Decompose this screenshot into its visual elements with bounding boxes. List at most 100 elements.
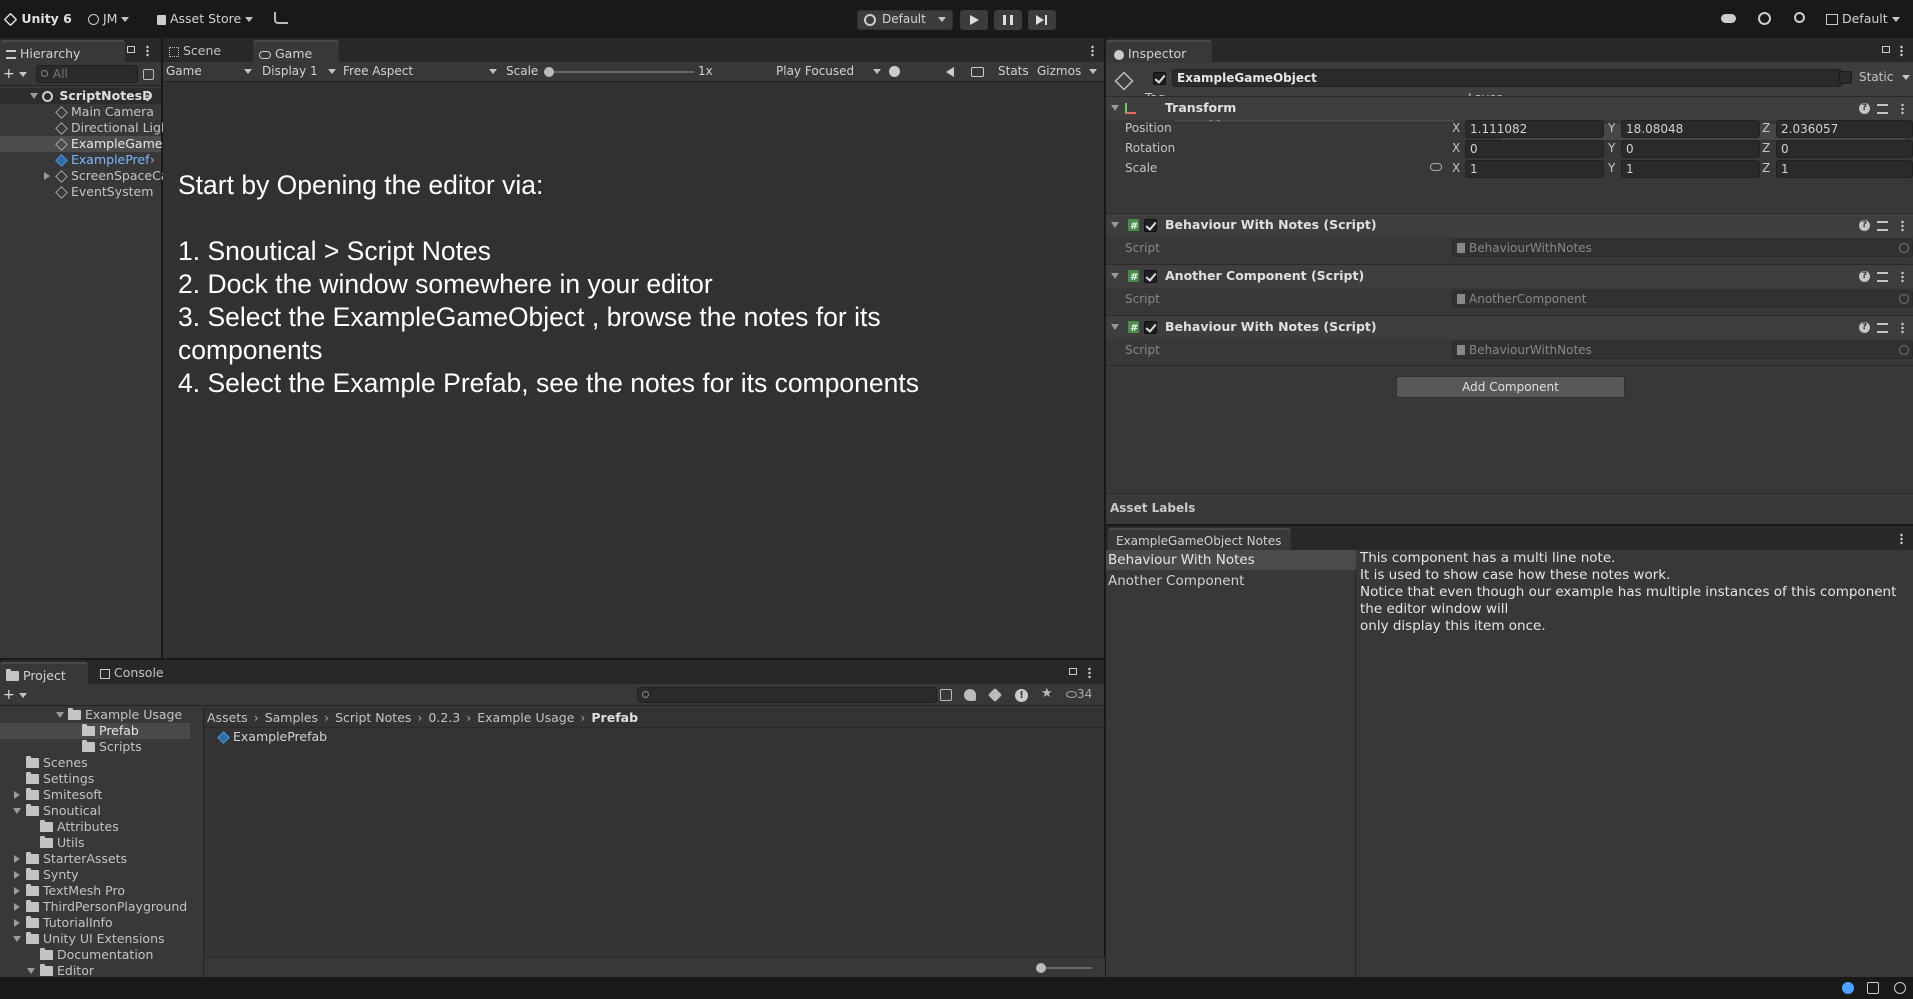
folder-row[interactable]: Utils (0, 835, 190, 851)
more-options-icon[interactable] (1900, 45, 1903, 57)
folder-row[interactable]: Unity UI Extensions (0, 931, 190, 947)
presets-icon[interactable] (1877, 221, 1888, 231)
search-by-label-icon[interactable] (964, 689, 976, 701)
folder-row[interactable]: Scripts (0, 739, 190, 755)
help-icon[interactable]: ? (1859, 322, 1870, 333)
script-object-field[interactable]: AnotherComponent (1452, 290, 1913, 308)
scale-x-field[interactable]: 1 (1465, 160, 1604, 178)
tab-scene[interactable]: Scene (169, 43, 221, 58)
presets-icon[interactable] (1877, 323, 1888, 333)
icon-size-slider-thumb[interactable] (1036, 963, 1046, 973)
component-enabled-checkbox[interactable] (1144, 321, 1157, 334)
asset-store-dropdown[interactable]: Asset Store (157, 11, 254, 26)
bug-icon[interactable] (889, 66, 900, 77)
tag-icon[interactable] (987, 687, 1003, 703)
tab-inspector[interactable]: Inspector (1106, 40, 1212, 62)
search-icon[interactable] (1794, 12, 1805, 23)
component-header[interactable]: Another Component (Script) ? (1106, 264, 1913, 289)
transform-header[interactable]: Transform ? (1106, 96, 1913, 120)
component-enabled-checkbox[interactable] (1144, 219, 1157, 232)
tab-console[interactable]: Console (100, 665, 164, 680)
scale-y-field[interactable]: 1 (1621, 160, 1760, 178)
folder-row[interactable]: Synty (0, 867, 190, 883)
chevron-right-icon[interactable] (14, 919, 20, 927)
more-options-icon[interactable] (1901, 220, 1904, 232)
hierarchy-item[interactable]: EventSystem (0, 184, 161, 200)
breadcrumb-item[interactable]: 0.2.3 (428, 710, 460, 725)
debug-mode-icon[interactable] (1842, 982, 1854, 994)
chevron-right-icon[interactable]: › (150, 152, 155, 168)
mute-audio-icon[interactable] (946, 67, 954, 77)
chevron-down-icon[interactable] (13, 936, 21, 942)
presets-icon[interactable] (1877, 104, 1888, 114)
hierarchy-item-selected[interactable]: ExampleGameO (0, 136, 172, 152)
object-name-field[interactable]: ExampleGameObject (1172, 69, 1842, 87)
create-button[interactable]: + (3, 687, 27, 703)
more-options-icon[interactable] (1088, 667, 1091, 679)
rotation-y-field[interactable]: 0 (1621, 140, 1760, 158)
script-object-field[interactable]: BehaviourWithNotes (1452, 341, 1913, 359)
active-checkbox[interactable] (1153, 72, 1166, 85)
scale-slider[interactable] (544, 65, 696, 79)
lock-icon[interactable] (127, 46, 135, 53)
chevron-right-icon[interactable] (14, 871, 20, 879)
presets-icon[interactable] (1877, 272, 1888, 282)
folder-row-selected[interactable]: Prefab (0, 723, 190, 739)
hidden-packages-toggle[interactable]: 34 (1066, 687, 1092, 701)
notes-list-item-selected[interactable]: Behaviour With Notes (1106, 550, 1356, 570)
more-options-icon[interactable] (1091, 45, 1094, 57)
component-enabled-checkbox[interactable] (1144, 270, 1157, 283)
static-dropdown-icon[interactable] (1902, 75, 1910, 80)
notes-list-item[interactable]: Another Component (1106, 571, 1356, 591)
hierarchy-item[interactable]: Directional Ligh (0, 120, 169, 136)
history-icon[interactable] (1758, 12, 1771, 25)
cache-server-icon[interactable] (1867, 982, 1879, 994)
component-header[interactable]: Behaviour With Notes (Script) ? (1106, 315, 1913, 340)
breadcrumb-item[interactable]: Assets (207, 710, 248, 725)
scene-row[interactable]: ScriptNotesD (0, 88, 161, 104)
game-viewport[interactable]: Start by Opening the editor via: 1. Snou… (163, 83, 1104, 658)
gizmos-button[interactable]: Gizmos (1037, 64, 1081, 78)
constrain-proportions-icon[interactable] (1430, 163, 1442, 171)
hierarchy-item[interactable]: Main Camera (0, 104, 161, 120)
chevron-right-icon[interactable] (14, 903, 20, 911)
hierarchy-search-input[interactable]: All (36, 65, 138, 83)
add-component-button[interactable]: Add Component (1396, 376, 1625, 398)
object-picker-icon[interactable] (1899, 294, 1909, 304)
folder-row[interactable]: Editor (0, 963, 190, 977)
chevron-right-icon[interactable] (44, 172, 50, 180)
tab-game[interactable]: Game (253, 40, 339, 62)
asset-item[interactable]: ExamplePrefab (217, 729, 327, 745)
more-options-icon[interactable] (1900, 533, 1903, 545)
lock-icon[interactable] (1069, 668, 1077, 675)
pause-button[interactable] (994, 10, 1022, 30)
more-options-icon[interactable] (146, 90, 149, 102)
rotation-x-field[interactable]: 0 (1465, 140, 1604, 158)
game-mode-dropdown[interactable]: Game (166, 64, 254, 78)
folder-row[interactable]: Settings (0, 771, 190, 787)
breadcrumb-item[interactable]: Example Usage (477, 710, 574, 725)
position-x-field[interactable]: 1.111082 (1465, 120, 1604, 138)
hierarchy-item-prefab[interactable]: ExamplePref › (0, 152, 161, 168)
search-by-type-icon[interactable] (940, 689, 952, 701)
stats-button[interactable]: Stats (998, 64, 1029, 78)
help-icon[interactable]: ? (1859, 220, 1870, 231)
folder-row[interactable]: Attributes (0, 819, 190, 835)
tab-project[interactable]: Project (0, 662, 88, 684)
asset-labels-header[interactable]: Asset Labels (1106, 493, 1913, 523)
tab-hierarchy[interactable]: Hierarchy (0, 40, 125, 62)
chevron-right-icon[interactable] (14, 855, 20, 863)
folder-row[interactable]: Snoutical (0, 803, 190, 819)
folder-row[interactable]: StarterAssets (0, 851, 190, 867)
folder-row[interactable]: Documentation (0, 947, 190, 963)
editor-layout-dropdown[interactable]: Default (1826, 11, 1900, 26)
script-object-field[interactable]: BehaviourWithNotes (1452, 239, 1913, 257)
chevron-right-icon[interactable] (14, 887, 20, 895)
aspect-dropdown[interactable]: Free Aspect (343, 64, 499, 78)
static-checkbox[interactable] (1839, 71, 1852, 84)
chevron-right-icon[interactable] (14, 791, 20, 799)
icon-size-slider[interactable] (1036, 963, 1092, 973)
chevron-down-icon[interactable] (27, 968, 35, 974)
scale-z-field[interactable]: 1 (1776, 160, 1913, 178)
object-picker-icon[interactable] (1899, 243, 1909, 253)
